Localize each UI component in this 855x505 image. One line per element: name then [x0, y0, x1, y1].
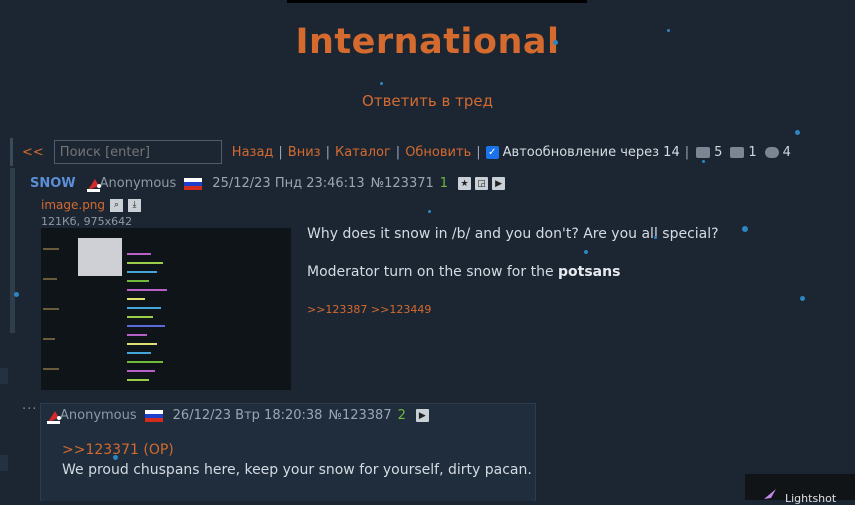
reply-count: 1 — [439, 176, 449, 191]
reply-links[interactable]: >>123387 >>123449 — [307, 300, 719, 320]
post-number[interactable]: №123387 — [328, 408, 391, 423]
image-thumbnail[interactable] — [41, 228, 291, 390]
reply-post: Anonymous 26/12/23 Втр 18:20:38 №123387 … — [40, 403, 536, 501]
post-datetime: 25/12/23 Пнд 23:46:13 — [212, 176, 365, 191]
quote-link[interactable]: >>123371 (OP) — [62, 442, 174, 458]
reply-to-thread-link[interactable]: Ответить в тред — [0, 92, 855, 110]
snow-tag: SNOW — [30, 176, 76, 191]
separator: | — [395, 144, 401, 160]
file-name[interactable]: image.png — [41, 198, 105, 212]
separator: | — [278, 144, 283, 160]
santa-hat-icon — [86, 177, 101, 192]
left-edge-mark — [0, 368, 8, 384]
post-datetime: 26/12/23 Втр 18:20:38 — [172, 408, 323, 423]
separator: | — [684, 144, 690, 160]
lightshot-popup[interactable]: Lightshot — [745, 474, 855, 505]
op-header: SNOW Anonymous 25/12/23 Пнд 23:46:13 №12… — [30, 176, 506, 192]
back-arrows-link[interactable]: << — [22, 145, 44, 160]
lightshot-label: Lightshot — [785, 492, 837, 505]
nav-down-link[interactable]: Вниз — [288, 145, 321, 160]
reply-header: Anonymous 26/12/23 Втр 18:20:38 №123387 … — [46, 408, 429, 424]
nav-back-link[interactable]: Назад — [232, 145, 274, 160]
left-edge-mark — [0, 455, 8, 471]
nav-edge — [10, 138, 13, 166]
separator: | — [476, 144, 481, 160]
nav-refresh-link[interactable]: Обновить — [405, 145, 471, 160]
reply-text: We proud chuspans here, keep your snow f… — [62, 462, 532, 478]
post-sidebar — [10, 168, 15, 333]
image-icon — [730, 146, 745, 158]
op-text-line: Why does it snow in /b/ and you don't? A… — [307, 226, 719, 242]
users-count: 4 — [782, 144, 791, 160]
file-info: 121Кб, 975x642 — [41, 215, 133, 228]
lightshot-feather-icon — [764, 489, 776, 499]
poster-name: Anonymous — [60, 408, 137, 423]
russia-flag-icon — [184, 177, 203, 190]
thumbnail-picture — [78, 238, 122, 276]
search-image-icon[interactable]: ⌕ — [110, 198, 124, 212]
reply-count: 2 — [397, 408, 406, 423]
op-text-line-2: Moderator turn on the snow for the potsa… — [307, 264, 621, 280]
users-icon — [764, 146, 779, 158]
post-menu-dots[interactable]: ··· — [22, 402, 37, 417]
board-title: International — [295, 22, 560, 62]
nav-catalog-link[interactable]: Каталог — [335, 145, 391, 160]
top-bar — [287, 0, 587, 3]
autoupdate-checkbox[interactable]: ✓ — [485, 145, 499, 159]
star-icon[interactable]: ★ — [458, 177, 472, 190]
download-icon[interactable]: ⤓ — [128, 198, 142, 212]
expand-icon[interactable]: ◲ — [475, 177, 489, 190]
post-number[interactable]: №123371 — [371, 176, 434, 191]
search-input[interactable] — [53, 140, 222, 164]
bold-text: potsans — [558, 264, 621, 280]
play-icon[interactable]: ▶ — [492, 177, 506, 190]
file-link[interactable]: image.png ⌕ ⤓ — [41, 198, 142, 212]
poster-name: Anonymous — [99, 176, 177, 191]
comment-icon — [696, 146, 711, 158]
images-count: 1 — [748, 144, 757, 160]
posts-count: 5 — [714, 144, 723, 160]
op-message: Why does it snow in /b/ and you don't? A… — [307, 224, 719, 320]
op-post: SNOW Anonymous 25/12/23 Пнд 23:46:13 №12… — [10, 168, 855, 390]
thread-nav: << Назад | Вниз | Каталог | Обновить | ✓… — [10, 138, 791, 166]
russia-flag-icon — [144, 409, 163, 422]
separator: | — [325, 144, 330, 160]
autoupdate-label: Автообновление через 14 — [502, 144, 680, 160]
play-icon[interactable]: ▶ — [415, 409, 429, 422]
santa-hat-icon — [46, 409, 61, 424]
